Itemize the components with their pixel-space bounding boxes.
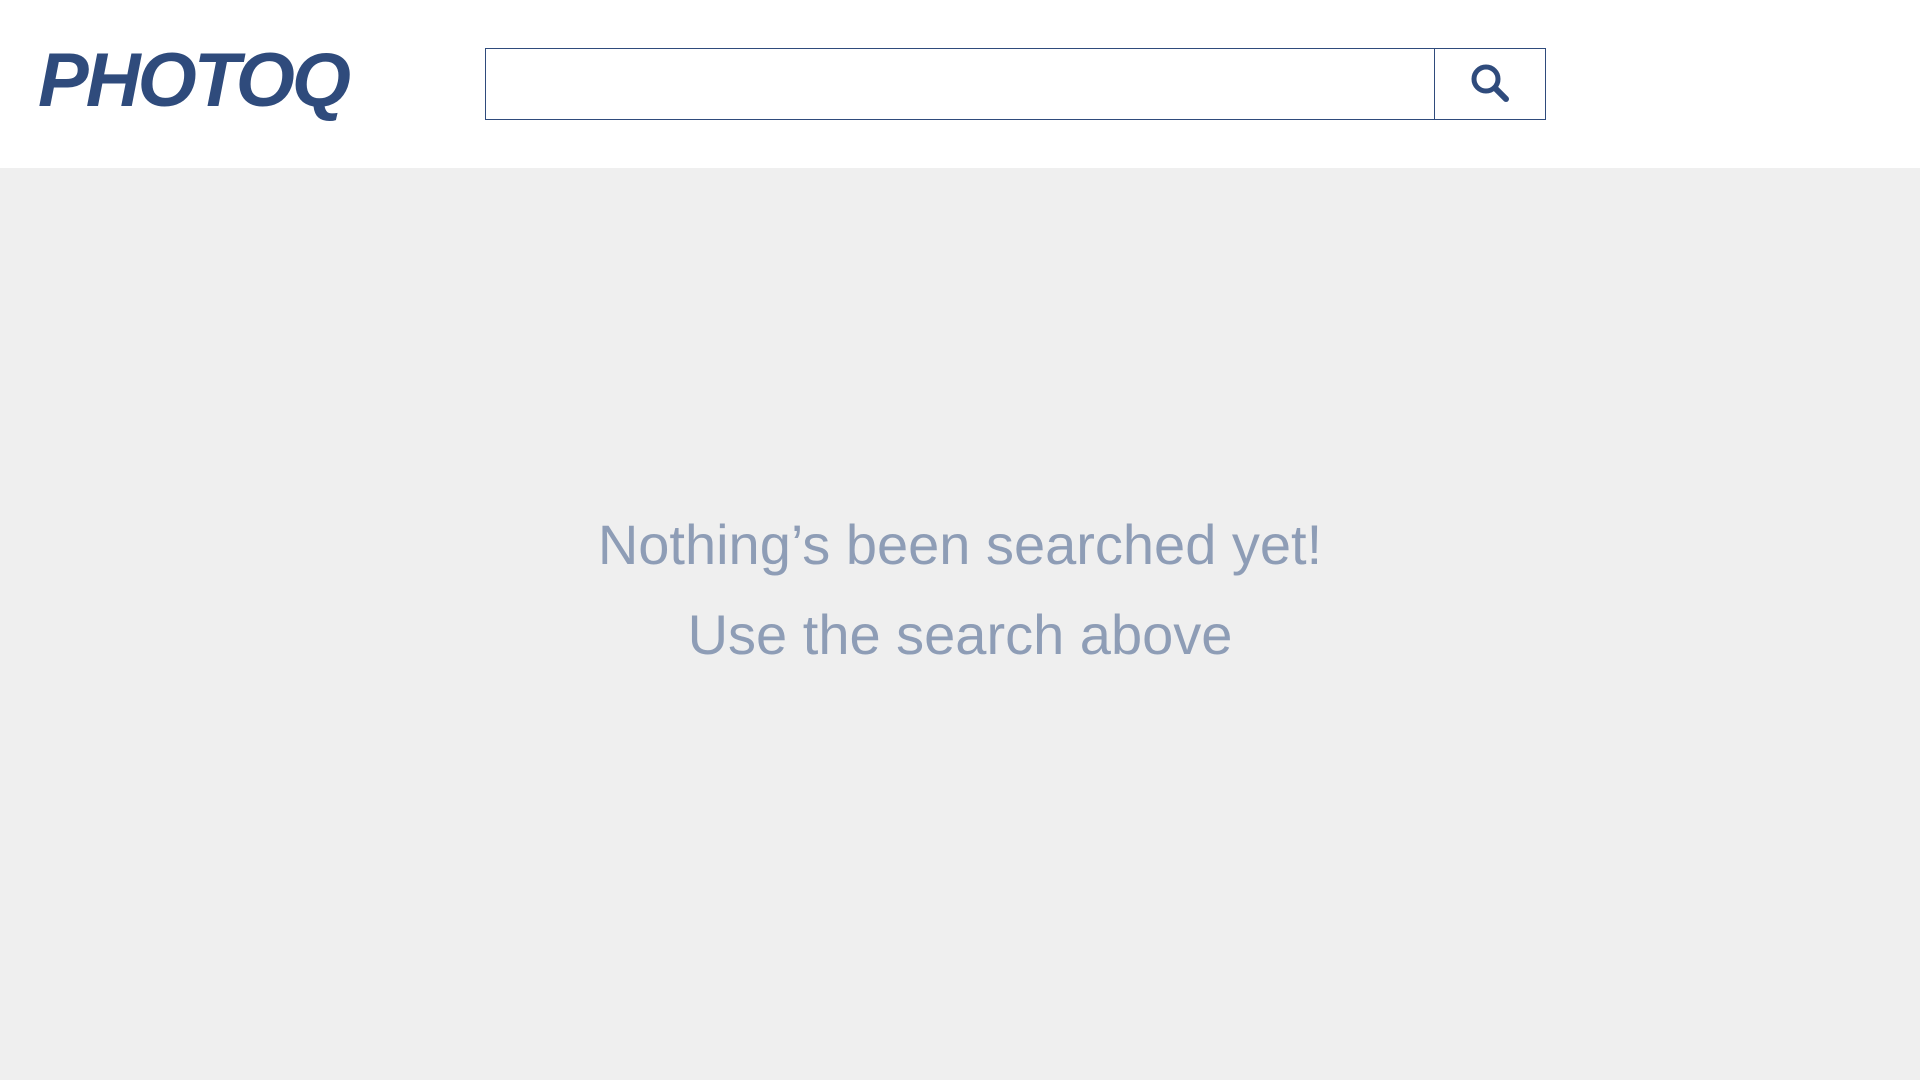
header: PHOTOQ bbox=[0, 0, 1920, 168]
empty-state-title: Nothing’s been searched yet! bbox=[597, 513, 1323, 576]
search-bar bbox=[485, 48, 1546, 120]
logo[interactable]: PHOTOQ bbox=[38, 36, 351, 126]
results-area: Nothing’s been searched yet! Use the sea… bbox=[0, 168, 1920, 1080]
empty-state-hint: Use the search above bbox=[687, 603, 1233, 666]
search-input[interactable] bbox=[486, 49, 1434, 119]
search-button[interactable] bbox=[1434, 49, 1545, 119]
search-icon bbox=[1468, 61, 1512, 108]
